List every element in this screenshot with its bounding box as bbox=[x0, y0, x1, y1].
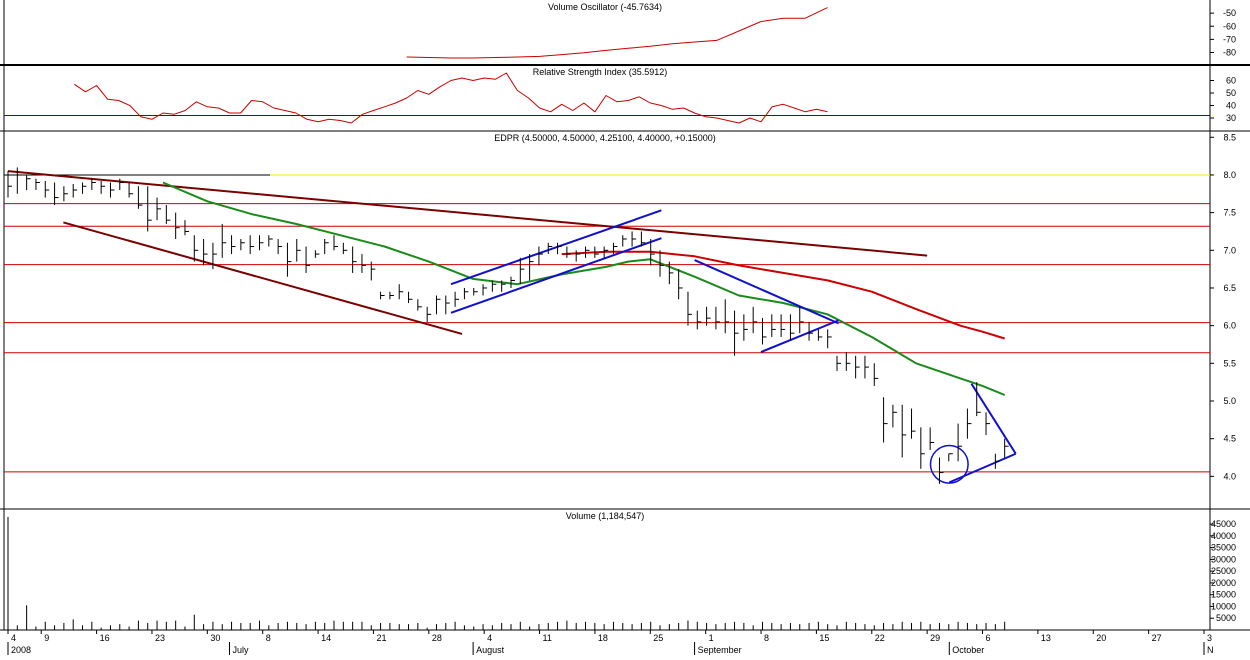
price-y-tick-label: 6.0 bbox=[1223, 321, 1236, 331]
volume-y-tick-label: 5000 bbox=[1216, 613, 1236, 623]
x-tick-label: 16 bbox=[100, 633, 110, 643]
price-y-tick-label: 7.0 bbox=[1223, 245, 1236, 255]
trendline bbox=[7, 170, 928, 257]
x-tick-label: 20 bbox=[1096, 633, 1106, 643]
trendline bbox=[63, 221, 463, 335]
x-tick-label: 22 bbox=[875, 633, 885, 643]
price-y-tick-label: 7.5 bbox=[1223, 208, 1236, 218]
chart-canvas: -50 -60 -70 -80 60 50 40 30 8.5 8.0 7.5 7.0 6.5 6.0… bbox=[0, 0, 1250, 655]
channel-line bbox=[450, 237, 662, 314]
oscillator-title: Volume Oscillator (-45.7634) bbox=[548, 2, 662, 12]
x-tick-label: 8 bbox=[764, 633, 769, 643]
month-label: 2008 bbox=[11, 645, 31, 655]
x-tick-label: 30 bbox=[210, 633, 220, 643]
rsi-y-tick-label: 60 bbox=[1226, 76, 1236, 86]
x-tick-label: 14 bbox=[321, 633, 331, 643]
volume-y-tick-label: 25000 bbox=[1211, 566, 1236, 576]
volume-title: Volume (1,184,547) bbox=[566, 511, 645, 521]
month-label: August bbox=[476, 645, 505, 655]
month-label: N bbox=[1207, 645, 1214, 655]
price-y-tick-label: 5.0 bbox=[1223, 396, 1236, 406]
x-tick-label: 21 bbox=[376, 633, 386, 643]
stock-chart: -50 -60 -70 -80 60 50 40 30 8.5 8.0 7.5 7.0 6.5 6.0… bbox=[0, 0, 1250, 655]
x-tick-label: 6 bbox=[986, 633, 991, 643]
volume-y-tick-label: 15000 bbox=[1211, 590, 1236, 600]
rsi-title: Relative Strength Index (35.5912) bbox=[533, 67, 668, 77]
x-tick-label: 18 bbox=[598, 633, 608, 643]
oscillator-y-tick-label: -50 bbox=[1223, 8, 1236, 18]
oscillator-line bbox=[406, 7, 828, 59]
price-y-tick-label: 8.0 bbox=[1223, 170, 1236, 180]
x-tick-label: 27 bbox=[1152, 633, 1162, 643]
x-tick-label: 4 bbox=[487, 633, 492, 643]
x-tick-label: 9 bbox=[44, 633, 49, 643]
x-tick-label: 15 bbox=[819, 633, 829, 643]
highlight-circle bbox=[929, 444, 969, 484]
volume-y-tick-label: 30000 bbox=[1211, 554, 1236, 564]
moving-average-short bbox=[162, 181, 1006, 396]
oscillator-y-tick-label: -60 bbox=[1223, 21, 1236, 31]
volume-y-tick-label: 40000 bbox=[1211, 531, 1236, 541]
month-label: July bbox=[232, 645, 249, 655]
price-title: EDPR (4.50000, 4.50000, 4.25100, 4.40000… bbox=[494, 133, 715, 143]
x-tick-label: 4 bbox=[11, 633, 16, 643]
volume-y-tick-label: 45000 bbox=[1211, 519, 1236, 529]
channel-line bbox=[970, 383, 1017, 455]
x-tick-label: 28 bbox=[432, 633, 442, 643]
price-y-tick-label: 4.0 bbox=[1223, 471, 1236, 481]
price-y-tick-label: 4.5 bbox=[1223, 434, 1236, 444]
x-tick-label: 25 bbox=[653, 633, 663, 643]
x-tick-label: 3 bbox=[1207, 633, 1212, 643]
oscillator-y-tick-label: -70 bbox=[1223, 34, 1236, 44]
channel-line bbox=[948, 452, 1017, 484]
month-label: September bbox=[698, 645, 742, 655]
rsi-y-tick-label: 30 bbox=[1226, 113, 1236, 123]
x-tick-label: 11 bbox=[543, 633, 552, 643]
price-y-tick-label: 8.5 bbox=[1223, 132, 1236, 142]
price-y-tick-label: 5.5 bbox=[1223, 358, 1236, 368]
x-tick-label: 8 bbox=[266, 633, 271, 643]
x-tick-label: 13 bbox=[1041, 633, 1051, 643]
volume-y-tick-label: 35000 bbox=[1211, 543, 1236, 553]
rsi-y-tick-label: 40 bbox=[1226, 101, 1236, 111]
volume-y-tick-label: 10000 bbox=[1211, 601, 1236, 611]
x-tick-label: 29 bbox=[930, 633, 940, 643]
x-tick-label: 23 bbox=[155, 633, 165, 643]
x-tick-label: 1 bbox=[709, 633, 714, 643]
oscillator-y-tick-label: -80 bbox=[1223, 48, 1236, 58]
month-label: October bbox=[952, 645, 984, 655]
rsi-y-tick-label: 50 bbox=[1226, 88, 1236, 98]
price-y-tick-label: 6.5 bbox=[1223, 283, 1236, 293]
volume-y-tick-label: 20000 bbox=[1211, 578, 1236, 588]
